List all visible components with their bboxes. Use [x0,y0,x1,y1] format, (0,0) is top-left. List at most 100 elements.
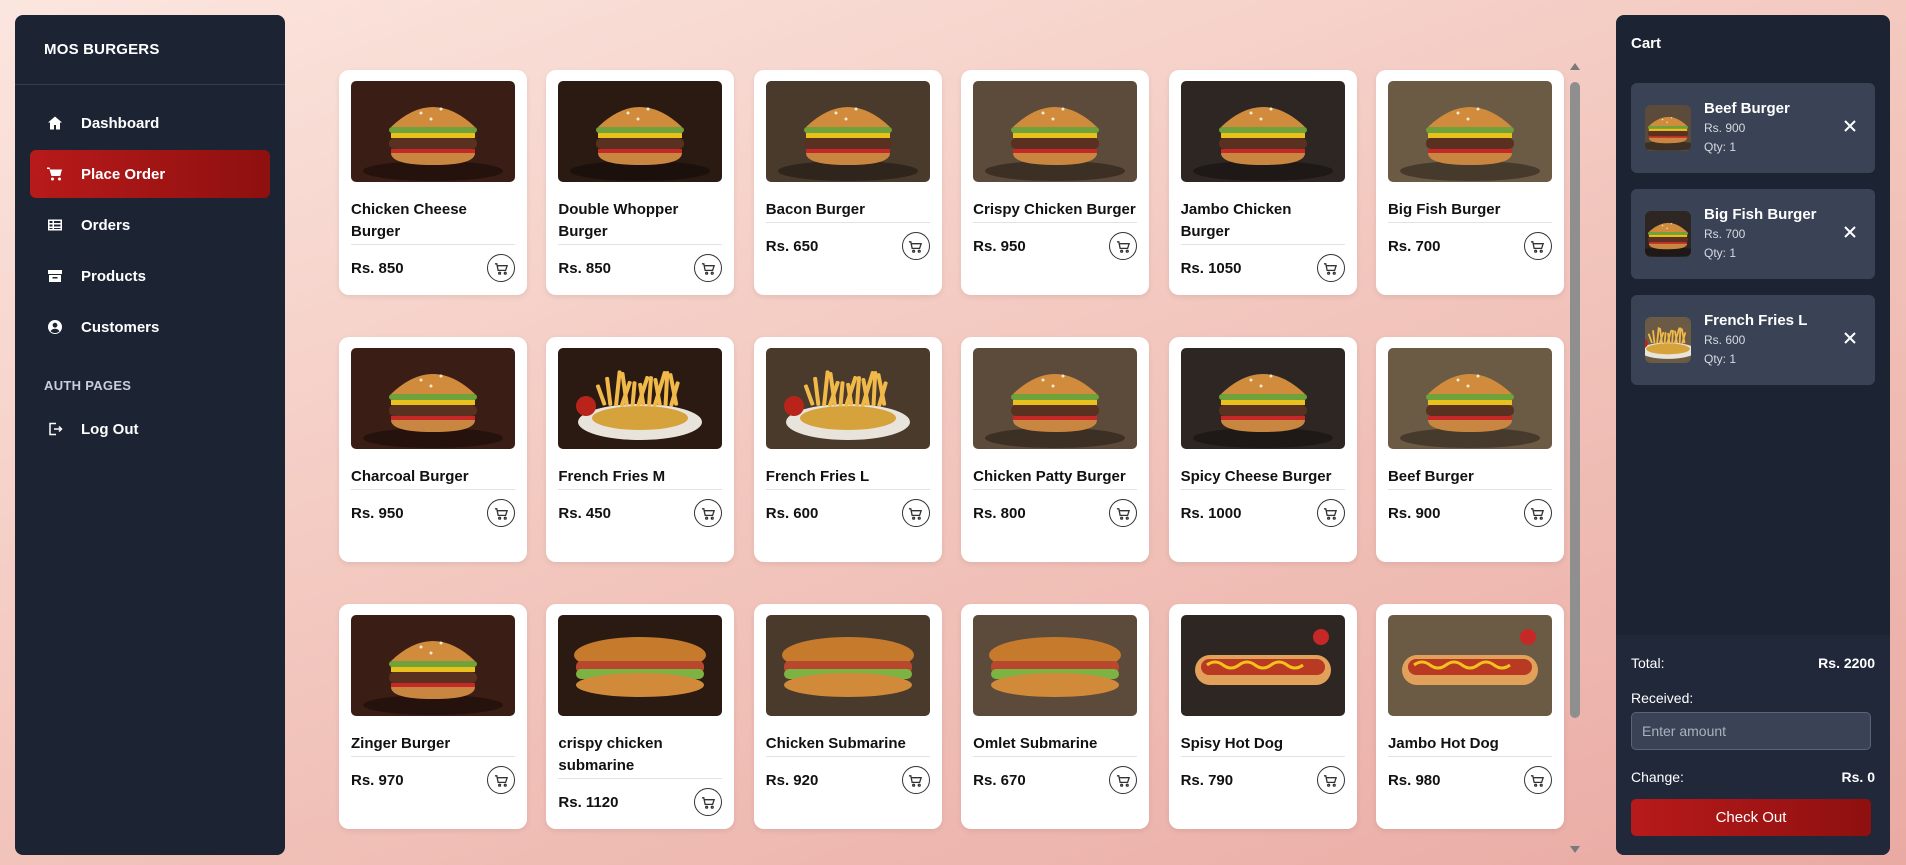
remove-item-button[interactable] [1843,225,1859,241]
basket-icon [1116,239,1131,254]
change-value: Rs. 0 [1841,769,1875,785]
burger-image [973,81,1138,182]
add-to-cart-button[interactable] [901,766,930,794]
product-card[interactable]: French Fries L Rs. 600 [753,337,942,562]
add-to-cart-button[interactable] [1109,766,1138,794]
product-price: Rs. 950 [973,237,1026,255]
product-card[interactable]: Spisy Hot Dog Rs. 790 [1168,604,1357,829]
add-to-cart-button[interactable] [694,254,723,282]
add-to-cart-button[interactable] [1316,254,1345,282]
product-price-row: Rs. 1000 [1181,499,1345,527]
sidebar-item-orders[interactable]: Orders [30,201,270,249]
fries-image [765,348,930,449]
scroll-thumb[interactable] [1570,82,1580,718]
add-to-cart-button[interactable] [1523,766,1552,794]
sidebar-item-products[interactable]: Products [30,252,270,300]
add-to-cart-button[interactable] [1523,499,1552,527]
basket-icon [701,506,716,521]
product-card[interactable]: Jambo Chicken Burger Rs. 1050 [1168,70,1357,295]
burger-image [558,81,723,182]
product-price-row: Rs. 900 [1388,499,1552,527]
sidebar-item-customers[interactable]: Customers [30,303,270,351]
product-card[interactable]: Jambo Hot Dog Rs. 980 [1375,604,1564,829]
add-to-cart-button[interactable] [901,232,930,260]
product-price-row: Rs. 670 [973,766,1138,794]
cart-icon [46,165,64,183]
sidebar-item-label: Log Out [81,420,139,438]
basket-icon [1116,773,1131,788]
add-to-cart-button[interactable] [1109,232,1138,260]
product-name: French Fries M [558,466,723,490]
product-name: Zinger Burger [351,733,515,757]
burger-image [351,615,515,716]
hotdog-image [1387,615,1552,716]
sidebar-item-dashboard[interactable]: Dashboard [30,99,270,147]
product-name: Omlet Submarine [973,733,1138,757]
product-price: Rs. 900 [1387,504,1441,522]
cart-title: Cart [1631,35,1662,52]
product-price-row: Rs. 800 [973,499,1138,527]
product-price-row: Rs. 920 [766,766,930,794]
product-price: Rs. 850 [351,259,404,277]
product-price: Rs. 920 [765,771,819,789]
add-to-cart-button[interactable] [694,788,723,816]
product-card[interactable]: Big Fish Burger Rs. 700 [1375,70,1564,295]
logout-icon [46,420,64,438]
product-price: Rs. 970 [351,771,404,789]
product-name: Big Fish Burger [1387,199,1552,223]
burger-image [973,348,1138,449]
burger-image [1180,348,1345,449]
cart-item-price: Rs. 600 [1704,333,1746,347]
add-to-cart-button[interactable] [901,499,930,527]
sidebar-item-place-order[interactable]: Place Order [30,150,270,198]
cart-item-image [1645,211,1691,257]
product-card[interactable]: Spicy Cheese Burger Rs. 1000 [1168,337,1357,562]
burger-image [351,81,515,182]
product-card[interactable]: Zinger Burger Rs. 970 [339,604,527,829]
basket-icon [908,239,923,254]
basket-icon [1323,261,1338,276]
product-card[interactable]: Chicken Patty Burger Rs. 800 [961,337,1150,562]
basket-icon [701,795,716,810]
cart-item-qty: Qty: 1 [1704,140,1737,154]
burger-image [1180,81,1345,182]
product-card[interactable]: Beef Burger Rs. 900 [1375,337,1564,562]
cart-items: Beef Burger Rs. 900 Qty: 1 Big Fish Burg… [1616,83,1890,385]
add-to-cart-button[interactable] [487,766,515,794]
add-to-cart-button[interactable] [694,499,723,527]
product-card[interactable]: French Fries M Rs. 450 [546,337,735,562]
product-price-row: Rs. 790 [1181,766,1345,794]
change-label: Change: [1631,769,1684,785]
scrollbar[interactable] [1567,60,1583,855]
user-circle-icon [46,318,64,336]
product-price: Rs. 850 [558,259,611,277]
product-card[interactable]: Double Whopper Burger Rs. 850 [546,70,735,295]
remove-item-button[interactable] [1843,331,1859,347]
product-name: Bacon Burger [765,199,930,223]
sidebar-item-logout[interactable]: Log Out [30,405,270,453]
product-card[interactable]: Omlet Submarine Rs. 670 [961,604,1150,829]
checkout-button[interactable]: Check Out [1631,799,1871,836]
product-card[interactable]: Charcoal Burger Rs. 950 [339,337,527,562]
product-name: Charcoal Burger [351,466,515,490]
product-card[interactable]: Chicken Submarine Rs. 920 [753,604,942,829]
product-name: Chicken Cheese Burger [351,199,515,245]
add-to-cart-button[interactable] [487,499,515,527]
amount-input[interactable] [1631,712,1871,750]
product-card[interactable]: crispy chicken submarine Rs. 1120 [546,604,735,829]
product-card[interactable]: Chicken Cheese Burger Rs. 850 [339,70,527,295]
add-to-cart-button[interactable] [1109,499,1138,527]
product-name: French Fries L [765,466,930,490]
home-icon [46,114,64,132]
product-card[interactable]: Crispy Chicken Burger Rs. 950 [961,70,1150,295]
scroll-up-icon[interactable] [1567,60,1583,72]
product-card[interactable]: Bacon Burger Rs. 650 [753,70,942,295]
add-to-cart-button[interactable] [1523,232,1552,260]
add-to-cart-button[interactable] [1316,766,1345,794]
add-to-cart-button[interactable] [487,254,515,282]
product-price-row: Rs. 650 [766,232,930,260]
scroll-down-icon[interactable] [1567,843,1583,855]
auth-section-label: AUTH PAGES [44,378,132,393]
add-to-cart-button[interactable] [1316,499,1345,527]
remove-item-button[interactable] [1843,119,1859,135]
